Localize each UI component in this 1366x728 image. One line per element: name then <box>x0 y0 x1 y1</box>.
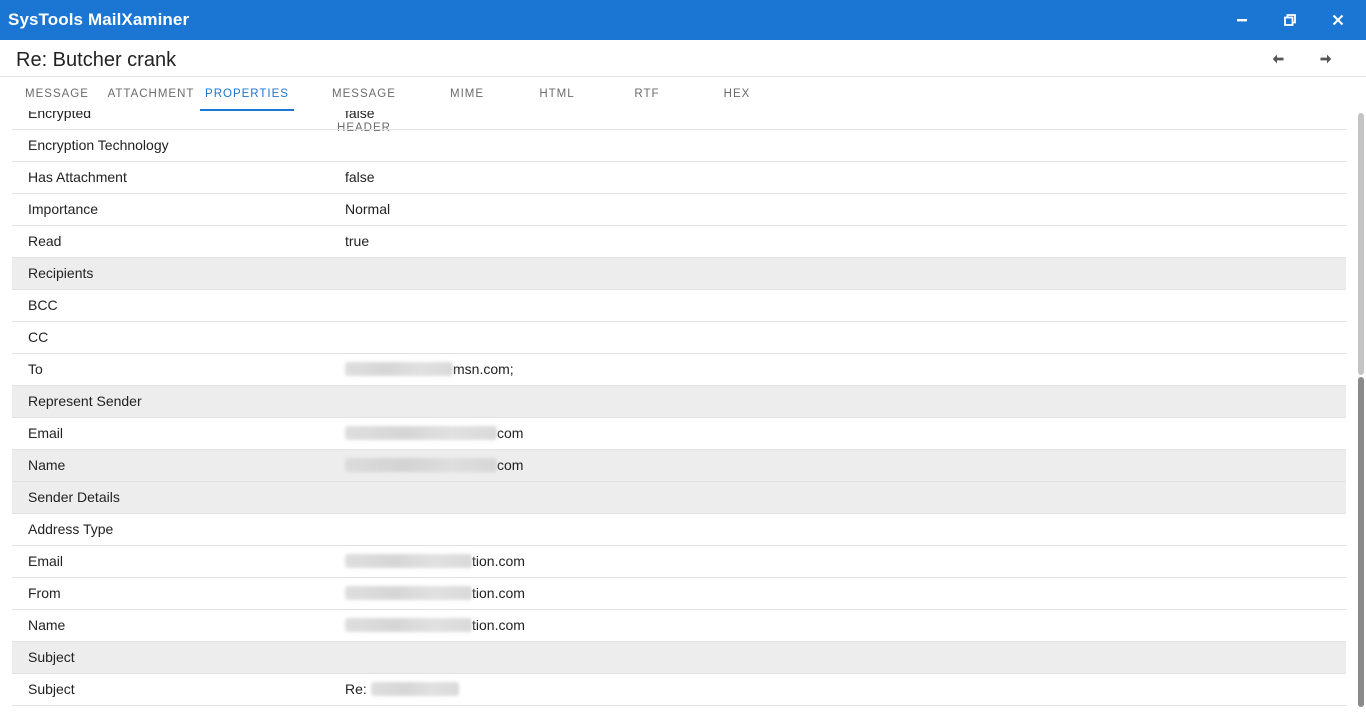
tab-properties[interactable]: PROPERTIES <box>200 77 294 111</box>
tab-hex[interactable]: HEX <box>702 77 772 111</box>
property-value-text: tion.com <box>472 553 525 569</box>
tab-rtf[interactable]: RTF <box>612 77 682 111</box>
section-heading: Represent Sender <box>28 393 142 409</box>
property-key: Email <box>28 553 64 569</box>
arrow-right-icon <box>1320 54 1332 64</box>
tab-message[interactable]: MESSAGE <box>20 77 94 111</box>
message-title: Re: Butcher crank <box>16 49 177 71</box>
property-key: BCC <box>28 297 58 313</box>
property-value: false <box>345 111 375 121</box>
tab-html[interactable]: HTML <box>522 77 592 111</box>
tab-mime[interactable]: MIME <box>432 77 502 111</box>
section-row-subject: Subject <box>12 642 1346 674</box>
minimize-icon <box>1237 19 1247 22</box>
property-value-text: tion.com <box>472 617 525 633</box>
property-key: Read <box>28 233 62 249</box>
property-row: Email com <box>12 418 1346 450</box>
arrow-left-icon <box>1272 54 1284 64</box>
property-value-text: Re: <box>345 681 367 697</box>
redacted-text <box>345 554 472 568</box>
property-row: CC <box>12 322 1346 354</box>
section-heading: Sender Details <box>28 489 120 505</box>
app-title: SysTools MailXaminer <box>8 10 190 29</box>
property-key: Has Attachment <box>28 169 127 185</box>
property-key: Address Type <box>28 521 114 537</box>
tab-bar: MESSAGE ATTACHMENT PROPERTIES MESSAGE HE… <box>0 77 1366 134</box>
property-row: Name tion.com <box>12 610 1346 642</box>
property-row: To msn.com; <box>12 354 1346 386</box>
property-value: Re: <box>345 674 459 705</box>
close-icon <box>1332 14 1344 26</box>
scrollbar-thumb[interactable] <box>1358 377 1364 707</box>
scrollbar-track[interactable] <box>1358 113 1364 375</box>
property-row: BCC <box>12 290 1346 322</box>
properties-viewport: Encrypted false Encryption Technology Ha… <box>0 111 1356 728</box>
property-value-text: com <box>497 425 524 441</box>
property-value: false <box>345 169 375 185</box>
property-row: Importance Normal <box>12 194 1346 226</box>
property-key: Subject <box>28 681 75 697</box>
vertical-scrollbar[interactable] <box>1356 111 1366 728</box>
redacted-text <box>370 682 459 696</box>
property-value: tion.com <box>345 578 525 609</box>
restore-icon <box>1284 14 1296 26</box>
restore-button[interactable] <box>1278 8 1302 32</box>
property-key: To <box>28 361 43 377</box>
property-key: Encrypted <box>28 111 92 121</box>
property-key: Importance <box>28 201 99 217</box>
property-key: From <box>28 585 61 601</box>
property-row: Read true <box>12 226 1346 258</box>
property-value: true <box>345 233 370 249</box>
redacted-text <box>345 618 472 632</box>
tab-attachment[interactable]: ATTACHMENT <box>104 77 198 111</box>
property-value-text: tion.com <box>472 585 525 601</box>
section-row-recipients: Recipients <box>12 258 1346 290</box>
property-key: Encryption Technology <box>28 137 169 153</box>
message-header: Re: Butcher crank <box>0 40 1366 77</box>
property-value: com <box>345 450 523 481</box>
property-value-text: msn.com; <box>453 361 514 377</box>
redacted-text <box>345 362 453 376</box>
title-bar: SysTools MailXaminer <box>0 0 1366 40</box>
property-row: Has Attachment false <box>12 162 1346 194</box>
property-row: Encrypted false <box>12 111 1346 130</box>
previous-message-button[interactable] <box>1268 49 1288 69</box>
property-key: Name <box>28 457 66 473</box>
tab-message-header[interactable]: MESSAGE HEADER <box>304 77 424 134</box>
redacted-text <box>345 458 497 472</box>
property-row: Encryption Technology <box>12 130 1346 162</box>
minimize-button[interactable] <box>1230 8 1254 32</box>
property-key: CC <box>28 329 49 345</box>
property-key: Email <box>28 425 64 441</box>
close-button[interactable] <box>1326 8 1350 32</box>
property-row-highlighted: Name com <box>12 450 1346 482</box>
section-heading: Recipients <box>28 265 94 281</box>
property-row: Email tion.com <box>12 546 1346 578</box>
redacted-text <box>345 426 497 440</box>
redacted-text <box>345 586 472 600</box>
property-value: com <box>345 418 523 449</box>
property-value-text: com <box>497 457 524 473</box>
section-row-represent-sender: Represent Sender <box>12 386 1346 418</box>
property-value: Normal <box>345 201 391 217</box>
section-row-sender-details: Sender Details <box>12 482 1346 514</box>
property-row: Address Type <box>12 514 1346 546</box>
section-heading: Subject <box>28 649 75 665</box>
property-row: Subject Re: <box>12 674 1346 706</box>
property-value: tion.com <box>345 610 525 641</box>
property-key: Name <box>28 617 66 633</box>
next-message-button[interactable] <box>1316 49 1336 69</box>
property-row: From tion.com <box>12 578 1346 610</box>
property-value: msn.com; <box>345 354 514 385</box>
property-value: tion.com <box>345 546 525 577</box>
